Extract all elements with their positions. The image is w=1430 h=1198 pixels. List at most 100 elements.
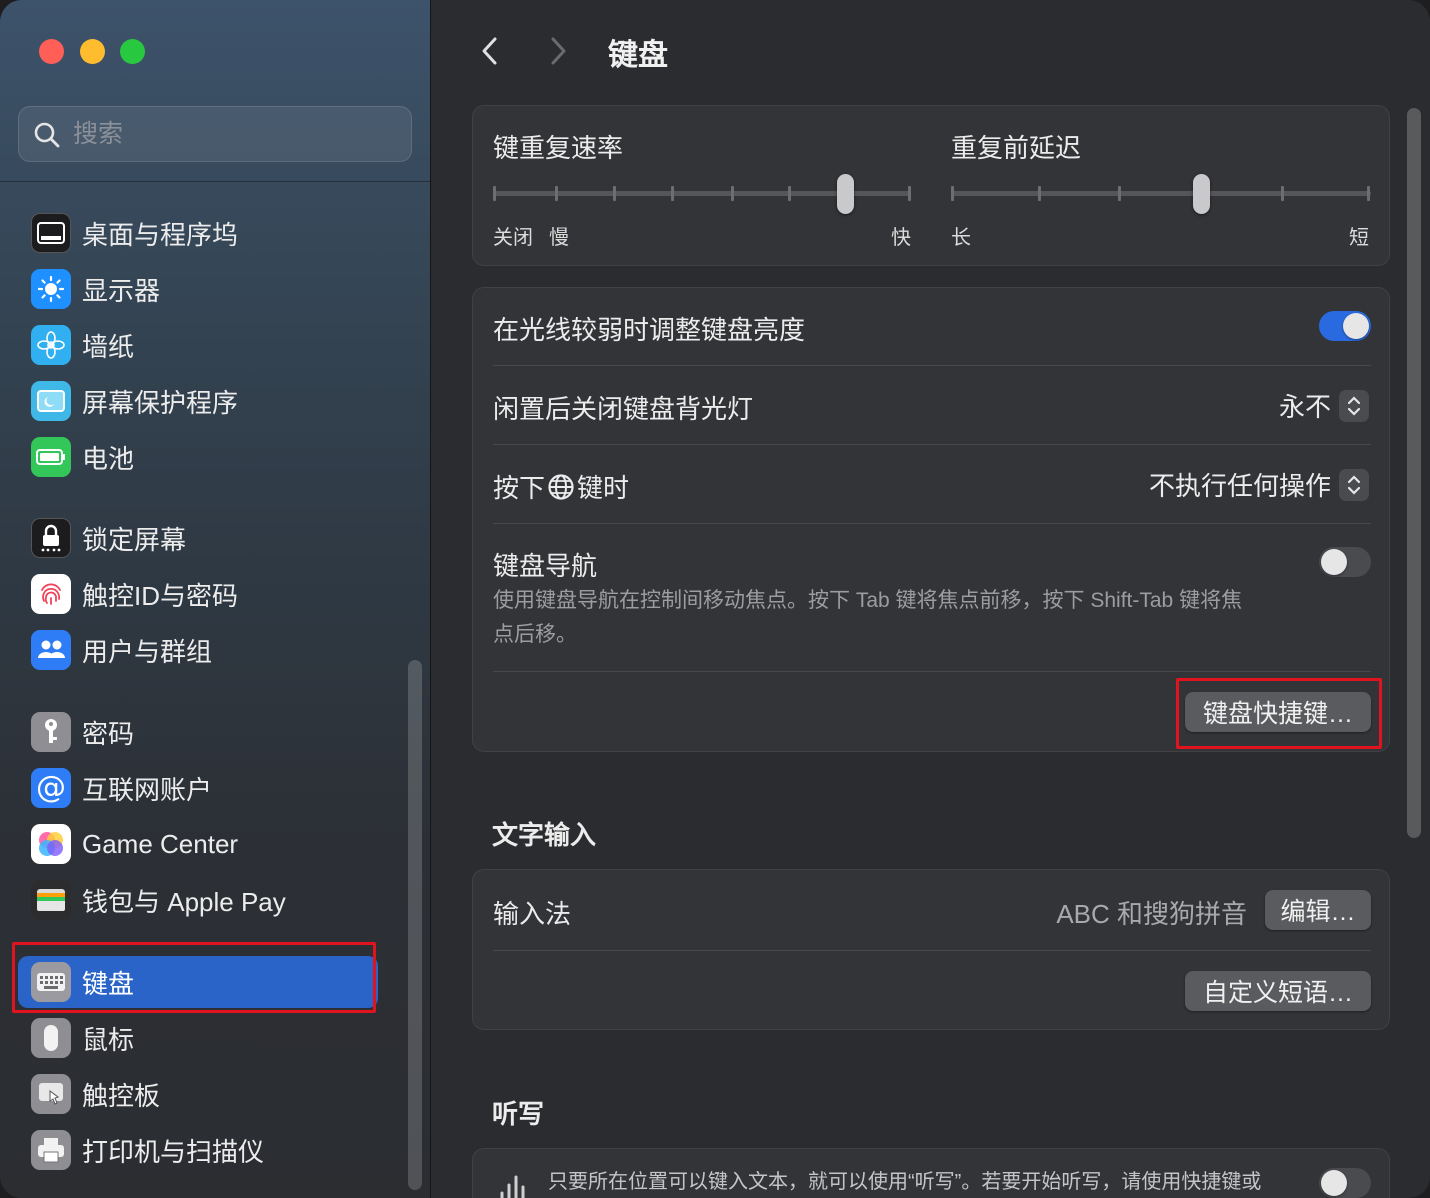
- trackpad-icon: [31, 1074, 71, 1114]
- mouse-icon: [31, 1018, 71, 1058]
- slider-label-short: 短: [1349, 227, 1369, 249]
- brightness-label: 在光线较弱时调整键盘亮度: [493, 315, 806, 345]
- row-divider: [493, 950, 1371, 951]
- up-down-chevron-icon: [1339, 389, 1369, 422]
- sidebar-item-wallpaper[interactable]: 墙纸: [18, 319, 378, 371]
- settings-window: 桌面与程序坞 显示器 墙纸 屏幕保护程序 电池: [0, 0, 1430, 1198]
- slider-tick: [613, 186, 616, 201]
- sidebar-item-passwords[interactable]: 密码: [18, 706, 378, 758]
- keyboard-nav-toggle[interactable]: [1319, 547, 1371, 577]
- slider-label-slow: 慢: [549, 227, 569, 249]
- dock-icon: [31, 213, 71, 253]
- battery-icon: [31, 437, 71, 477]
- repeat-delay-knob[interactable]: [1193, 174, 1210, 214]
- sidebar-item-printers[interactable]: 打印机与扫描仪: [18, 1124, 378, 1176]
- keyboard-shortcuts-button[interactable]: 键盘快捷键…: [1185, 692, 1371, 732]
- sidebar-item-wallet[interactable]: 钱包与 Apple Pay: [18, 874, 378, 926]
- slider-tick: [908, 186, 911, 201]
- microphone-waveform-icon: [500, 1175, 525, 1198]
- sidebar-scrollbar[interactable]: [408, 660, 422, 1190]
- globe-key-popup[interactable]: 不执行任何操作: [1149, 466, 1369, 503]
- globe-label-post: 键时: [577, 473, 630, 503]
- dictation-toggle[interactable]: [1319, 1168, 1371, 1198]
- sidebar-item-trackpad[interactable]: 触控板: [18, 1068, 378, 1120]
- forward-chevron-icon[interactable]: [546, 34, 570, 68]
- slider-tick: [1281, 186, 1284, 201]
- sidebar-item-label: 密码: [82, 718, 135, 749]
- sidebar-item-label: 桌面与程序坞: [82, 219, 239, 250]
- screensaver-icon: [31, 381, 71, 421]
- slider-tick: [788, 186, 791, 201]
- sidebar-item-label: 电池: [82, 443, 135, 474]
- main-scrollbar[interactable]: [1407, 108, 1421, 838]
- sidebar-item-screensaver[interactable]: 屏幕保护程序: [18, 375, 378, 427]
- keyboard-icon: [31, 962, 71, 1002]
- repeat-rate-knob[interactable]: [837, 174, 854, 214]
- search-input[interactable]: [73, 117, 393, 151]
- sidebar-item-label: Game Center: [82, 828, 239, 859]
- slider-tick: [1038, 186, 1041, 201]
- sidebar-item-lock-screen[interactable]: 锁定屏幕: [18, 512, 378, 564]
- sidebar-item-displays[interactable]: 显示器: [18, 263, 378, 315]
- sidebar-item-touch-id[interactable]: 触控ID与密码: [18, 568, 378, 620]
- sidebar-divider: [0, 181, 431, 182]
- sidebar-item-label: 打印机与扫描仪: [82, 1136, 265, 1167]
- sidebar-item-game-center[interactable]: Game Center: [18, 818, 378, 870]
- backlight-label: 闲置后关闭键盘背光灯: [493, 394, 754, 424]
- back-chevron-icon[interactable]: [478, 34, 502, 68]
- repeat-delay-label: 重复前延迟: [951, 133, 1082, 163]
- zoom-window-button[interactable]: [120, 39, 145, 64]
- globe-key-value: 不执行任何操作: [1148, 471, 1331, 501]
- input-sources-value: ABC 和搜狗拼音: [1056, 899, 1247, 929]
- repeat-delay-slider[interactable]: [951, 191, 1371, 196]
- slider-label-off: 关闭: [493, 227, 533, 249]
- sidebar-item-label: 触控ID与密码: [82, 580, 239, 611]
- sidebar-item-keyboard[interactable]: 键盘: [18, 956, 378, 1008]
- search-field[interactable]: [18, 106, 412, 162]
- keyboard-settings-group: 在光线较弱时调整键盘亮度 闲置后关闭键盘背光灯 永不 按下 键时 不执行任何操作: [472, 287, 1390, 752]
- input-sources-label: 输入法: [493, 899, 572, 929]
- globe-label-pre: 按下: [493, 473, 546, 503]
- display-brightness-icon: [31, 269, 71, 309]
- slider-label-fast: 快: [891, 227, 911, 249]
- repeat-rate-label: 键重复速率: [493, 133, 624, 163]
- key-icon: [31, 712, 71, 752]
- sidebar-item-desktop-dock[interactable]: 桌面与程序坞: [18, 207, 378, 259]
- sidebar-item-label: 屏幕保护程序: [82, 387, 239, 418]
- sidebar-item-users-groups[interactable]: 用户与群组: [18, 624, 378, 676]
- sidebar-item-mouse[interactable]: 鼠标: [18, 1012, 378, 1064]
- sidebar-item-label: 用户与群组: [82, 636, 213, 667]
- sidebar-item-label: 锁定屏幕: [82, 524, 187, 555]
- search-icon: [34, 122, 60, 148]
- slider-label-long: 长: [951, 227, 971, 249]
- sidebar-item-label: 钱包与 Apple Pay: [82, 886, 286, 917]
- edit-input-sources-button[interactable]: 编辑…: [1265, 890, 1371, 930]
- close-window-button[interactable]: [39, 39, 64, 64]
- sidebar: 桌面与程序坞 显示器 墙纸 屏幕保护程序 电池: [0, 0, 431, 1198]
- minimize-window-button[interactable]: [80, 39, 105, 64]
- sidebar-item-battery[interactable]: 电池: [18, 431, 378, 483]
- slider-tick: [1118, 186, 1121, 201]
- wallpaper-flower-icon: [31, 325, 71, 365]
- printer-icon: [31, 1130, 71, 1170]
- game-center-icon: [31, 824, 71, 864]
- page-title: 键盘: [608, 39, 668, 72]
- text-replacements-button[interactable]: 自定义短语…: [1185, 971, 1371, 1011]
- dictation-section-title: 听写: [492, 1099, 545, 1129]
- globe-icon: [548, 473, 574, 500]
- row-divider: [493, 444, 1371, 445]
- dictation-group: 只要所在位置可以键入文本，就可以使用“听写”。若要开始听写，请使用快捷键或: [472, 1148, 1390, 1198]
- brightness-toggle[interactable]: [1319, 311, 1371, 341]
- slider-tick: [555, 186, 558, 201]
- sidebar-item-internet-accounts[interactable]: @ 互联网账户: [18, 762, 378, 814]
- slider-tick: [1367, 186, 1370, 201]
- sidebar-item-label: 互联网账户: [82, 774, 213, 805]
- fingerprint-icon: [31, 574, 71, 614]
- globe-key-label: 按下 键时: [493, 468, 629, 505]
- dictation-description: 只要所在位置可以键入文本，就可以使用“听写”。若要开始听写，请使用快捷键或: [548, 1171, 1262, 1193]
- wallet-icon: [31, 880, 71, 920]
- at-sign-icon: @: [31, 768, 71, 808]
- backlight-popup[interactable]: 永不: [1279, 387, 1369, 424]
- text-input-section-title: 文字输入: [492, 820, 597, 850]
- row-divider: [493, 671, 1371, 672]
